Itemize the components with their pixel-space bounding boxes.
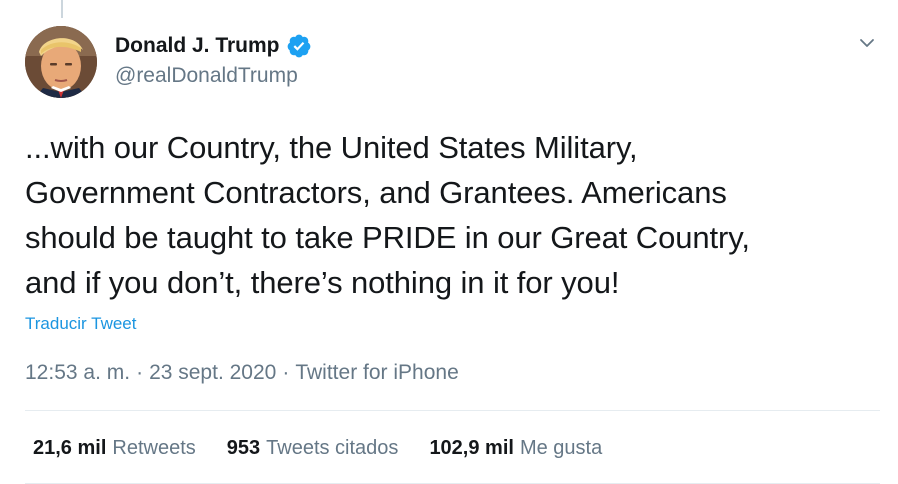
author-display-name[interactable]: Donald J. Trump <box>115 34 280 58</box>
retweets-stat[interactable]: 21,6 mil Retweets <box>33 437 196 460</box>
tweet-date[interactable]: 23 sept. 2020 <box>149 361 276 385</box>
avatar[interactable] <box>25 26 97 98</box>
retweets-label: Retweets <box>112 437 196 459</box>
avatar-image <box>25 26 97 98</box>
tweet-metadata: 12:53 a. m. · 23 sept. 2020 · Twitter fo… <box>25 361 459 385</box>
translate-tweet-link[interactable]: Traducir Tweet <box>25 314 137 334</box>
meta-separator: · <box>136 361 144 384</box>
tweet-text: ...with our Country, the United States M… <box>25 130 750 300</box>
tweet-time[interactable]: 12:53 a. m. <box>25 361 130 385</box>
more-options-button[interactable] <box>852 30 882 60</box>
author-name-row: Donald J. Trump <box>115 33 312 59</box>
quote-tweets-label: Tweets citados <box>266 437 399 459</box>
quote-tweets-stat[interactable]: 953 Tweets citados <box>227 437 399 460</box>
verified-badge-icon <box>286 33 312 59</box>
author-handle[interactable]: @realDonaldTrump <box>115 64 298 88</box>
divider <box>25 410 880 411</box>
likes-label: Me gusta <box>519 437 603 459</box>
tweet-source[interactable]: Twitter for iPhone <box>295 361 458 385</box>
tweet-detail: Donald J. Trump @realDonaldTrump ...with… <box>0 0 898 484</box>
tweet-stats: 21,6 mil Retweets 953 Tweets citados 102… <box>33 437 633 460</box>
likes-count: 102,9 mil <box>429 437 514 459</box>
chevron-down-icon <box>858 34 876 57</box>
quote-tweets-count: 953 <box>226 437 261 459</box>
retweets-count: 21,6 mil <box>33 437 107 459</box>
likes-stat[interactable]: 102,9 mil Me gusta <box>429 437 602 460</box>
meta-separator: · <box>282 361 290 384</box>
